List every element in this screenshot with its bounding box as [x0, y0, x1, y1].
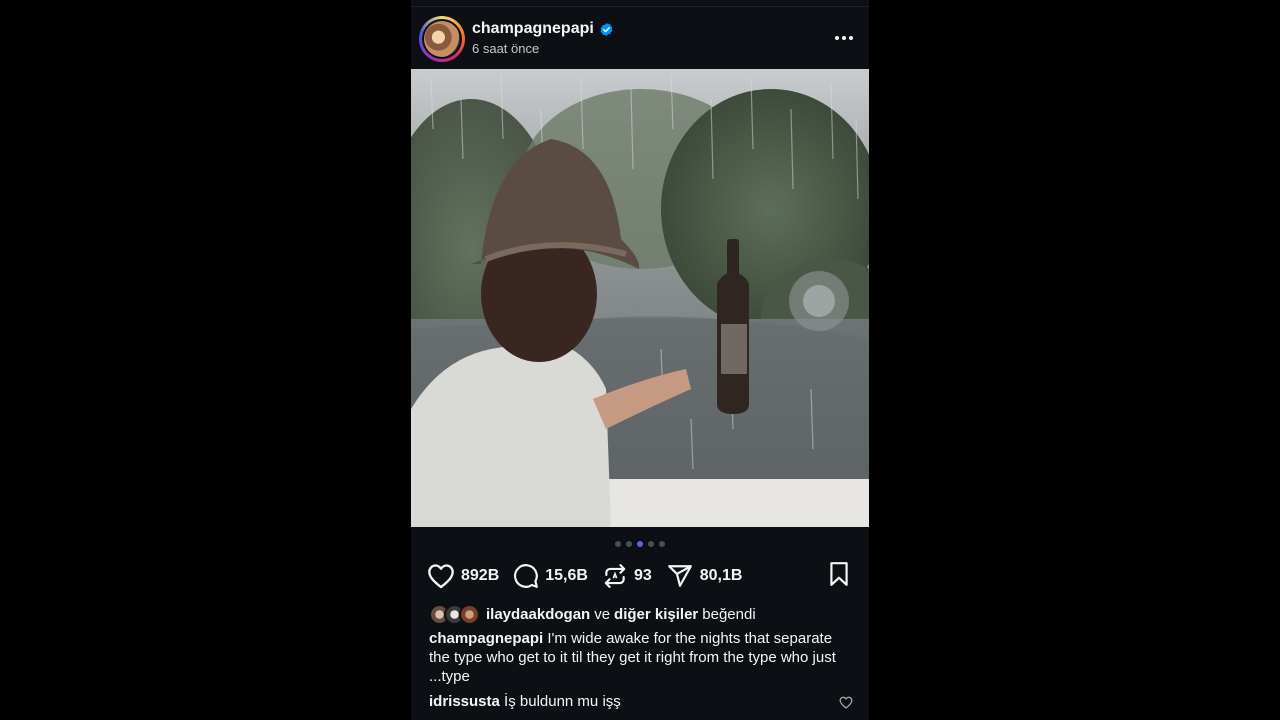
- carousel-indicator: [411, 541, 869, 547]
- action-bar: 892B 15,6B 93 80,1B: [427, 561, 853, 592]
- post-username[interactable]: champagnepapi: [472, 20, 614, 38]
- like-count: 892B: [461, 567, 500, 584]
- liked-by: ilaydaakdogan ve diğer kişiler beğendi: [429, 604, 760, 625]
- carousel-dot-active: [637, 541, 643, 547]
- post-timestamp: 6 saat önce: [472, 41, 540, 56]
- comment-like-button[interactable]: [839, 696, 853, 714]
- like-button[interactable]: 892B: [427, 563, 499, 589]
- liked-by-others-link[interactable]: diğer kişiler: [614, 606, 698, 623]
- liker-avatars[interactable]: [429, 604, 480, 625]
- share-count: 80,1B: [699, 567, 743, 584]
- more-options-icon[interactable]: [833, 28, 855, 48]
- avatar: [459, 604, 480, 625]
- liked-by-suffix: beğendi: [702, 606, 756, 623]
- post-image: [411, 69, 869, 527]
- comment-icon: [514, 564, 539, 588]
- comment-username[interactable]: idrissusta: [429, 693, 500, 710]
- liked-by-connector: ve: [594, 606, 611, 623]
- comment-button[interactable]: 15,6B: [513, 563, 588, 589]
- carousel-dot: [626, 541, 632, 547]
- verified-badge-icon: [600, 22, 613, 36]
- bookmark-icon: [830, 561, 848, 586]
- save-button[interactable]: [827, 561, 851, 592]
- repost-button[interactable]: 93: [602, 563, 652, 589]
- comment-preview[interactable]: idrissusta İş buldunn mu işş: [429, 693, 854, 710]
- avatar[interactable]: [424, 21, 460, 57]
- repost-icon: [604, 564, 626, 588]
- username-text[interactable]: champagnepapi: [472, 20, 594, 38]
- carousel-dot: [615, 541, 621, 547]
- post-header: champagnepapi 6 saat önce: [411, 14, 869, 62]
- heart-icon: [428, 564, 454, 589]
- comment-count: 15,6B: [545, 567, 588, 584]
- caption-username[interactable]: champagnepapi: [429, 630, 543, 647]
- carousel-dot: [648, 541, 654, 547]
- carousel-dot: [659, 541, 665, 547]
- top-divider: [411, 6, 869, 7]
- post-caption: champagnepapi I'm wide awake for the nig…: [429, 629, 849, 686]
- post-media[interactable]: [411, 69, 869, 527]
- liker-username[interactable]: ilaydaakdogan: [486, 606, 590, 623]
- post-container: champagnepapi 6 saat önce 892B 15,6B 93 …: [411, 0, 869, 720]
- share-button[interactable]: 80,1B: [666, 563, 743, 589]
- send-icon: [667, 565, 692, 587]
- story-ring[interactable]: [419, 16, 465, 62]
- repost-count: 93: [633, 567, 652, 584]
- comment-text: İş buldunn mu işş: [504, 693, 621, 710]
- heart-icon: [839, 696, 853, 709]
